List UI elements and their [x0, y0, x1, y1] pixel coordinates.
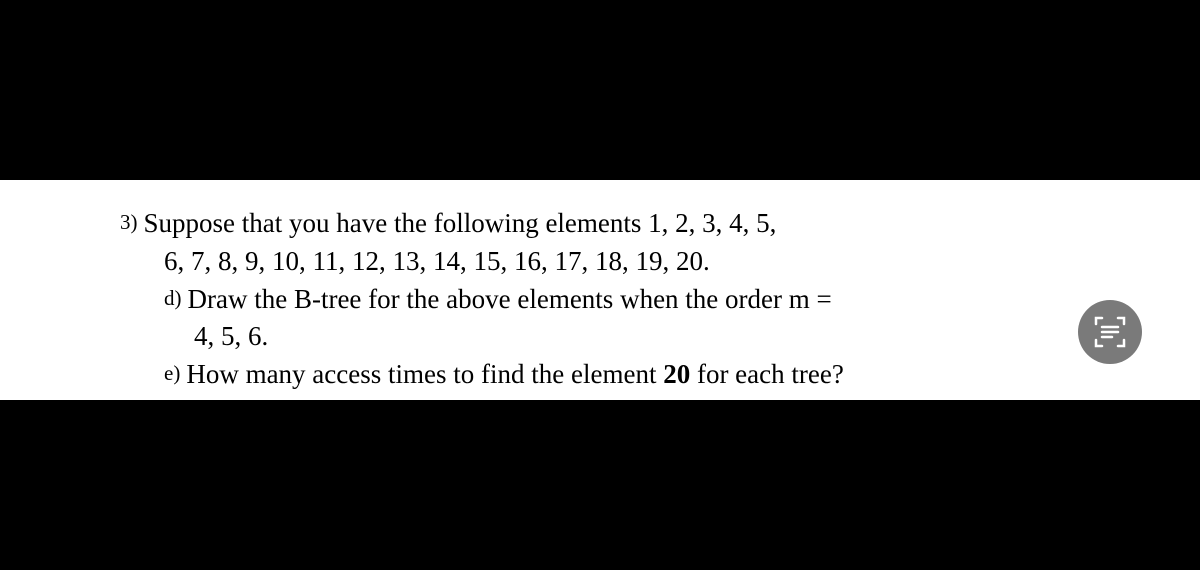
- sub-text-e-suffix: for each tree?: [690, 359, 844, 389]
- sub-question-d: d) Draw the B-tree for the above element…: [164, 281, 1070, 319]
- sub-text-d-line2: 4, 5, 6.: [194, 318, 1070, 356]
- question-intro-text: Suppose that you have the following elem…: [144, 205, 1071, 243]
- question-intro-line1: 3) Suppose that you have the following e…: [120, 205, 1070, 243]
- sub-text-e: How many access times to find the elemen…: [186, 356, 1070, 394]
- sub-question-e: e) How many access times to find the ele…: [164, 356, 1070, 394]
- question-number: 3): [120, 208, 138, 246]
- sub-marker-e: e): [164, 359, 180, 397]
- document-content: 3) Suppose that you have the following e…: [0, 180, 1200, 400]
- question-block: 3) Suppose that you have the following e…: [120, 205, 1070, 394]
- sub-text-e-prefix: How many access times to find the elemen…: [186, 359, 663, 389]
- sub-text-d-line1: Draw the B-tree for the above elements w…: [188, 281, 1071, 319]
- scan-button[interactable]: [1078, 300, 1142, 364]
- scan-icon: [1092, 314, 1128, 350]
- sub-marker-d: d): [164, 284, 182, 322]
- sub-text-e-bold: 20: [663, 359, 690, 389]
- question-intro-line2: 6, 7, 8, 9, 10, 11, 12, 13, 14, 15, 16, …: [164, 243, 1070, 281]
